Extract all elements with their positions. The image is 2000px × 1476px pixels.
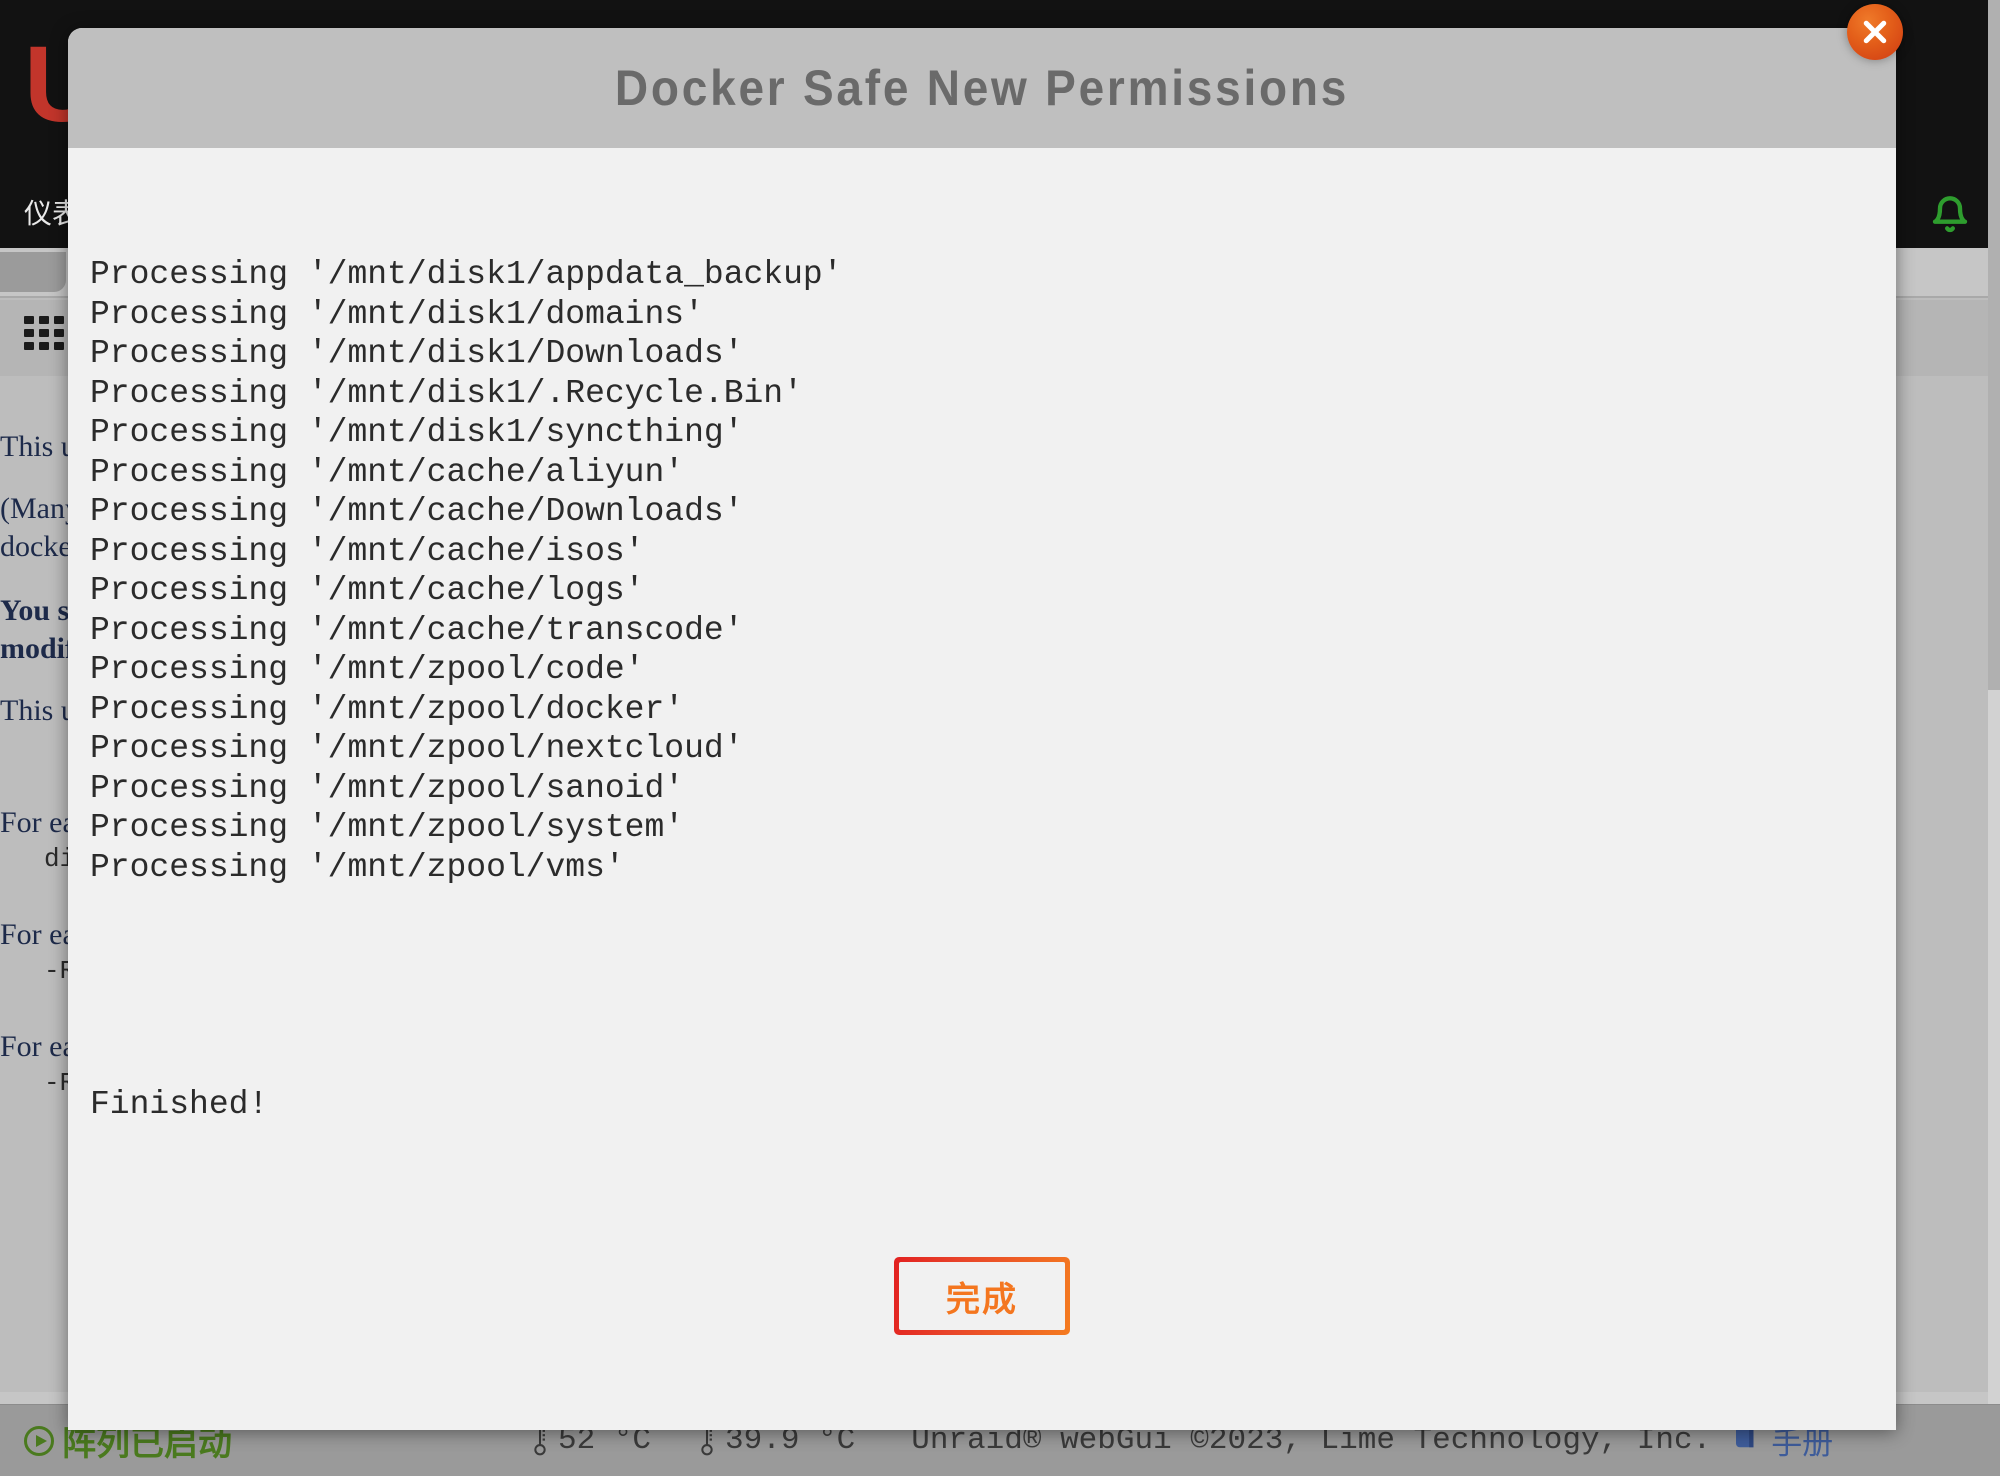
dialog-body: Processing '/mnt/disk1/appdata_backup' Pr…	[68, 148, 1896, 1430]
dialog-actions: 完成	[68, 1257, 1896, 1335]
log-line: Processing '/mnt/zpool/vms'	[90, 848, 625, 886]
done-button[interactable]: 完成	[894, 1257, 1070, 1335]
log-line: Processing '/mnt/cache/logs'	[90, 572, 645, 609]
bell-icon[interactable]	[1930, 193, 1970, 237]
log-line: Processing '/mnt/disk1/.Recycle.Bin'	[90, 374, 803, 412]
log-line: Processing '/mnt/zpool/system'	[90, 809, 685, 846]
log-line: Processing '/mnt/disk1/appdata_backup'	[90, 256, 843, 293]
log-line: Processing '/mnt/disk1/Downloads'	[90, 335, 744, 372]
close-icon[interactable]	[1847, 4, 1903, 60]
permissions-log-output: Processing '/mnt/disk1/appdata_backup' Pr…	[68, 176, 1896, 1203]
log-line: Processing '/mnt/cache/aliyun'	[90, 453, 685, 491]
log-line: Processing '/mnt/zpool/docker'	[90, 690, 685, 728]
log-line: Processing '/mnt/cache/Downloads'	[90, 493, 744, 530]
log-line: Processing '/mnt/cache/isos'	[90, 532, 645, 570]
dialog-title: Docker Safe New Permissions	[614, 60, 1350, 116]
log-finished-line: Finished!	[90, 1085, 269, 1123]
log-line: Processing '/mnt/zpool/sanoid'	[90, 769, 685, 807]
dialog-titlebar: Docker Safe New Permissions	[68, 28, 1896, 148]
log-line: Processing '/mnt/zpool/code'	[90, 651, 645, 688]
tab-active-pill[interactable]	[0, 252, 66, 292]
log-line: Processing '/mnt/disk1/domains'	[90, 295, 704, 333]
docker-safe-new-permissions-dialog: Docker Safe New Permissions Processing '…	[68, 28, 1896, 1430]
play-circle-icon	[24, 1425, 54, 1456]
apps-grid-icon[interactable]	[24, 316, 64, 350]
done-button-label: 完成	[899, 1262, 1065, 1330]
page-scrollbar[interactable]	[1988, 0, 2000, 1404]
log-line: Processing '/mnt/disk1/syncthing'	[90, 414, 744, 451]
log-blank-line	[90, 966, 1896, 1006]
log-line: Processing '/mnt/cache/transcode'	[90, 611, 744, 649]
log-line: Processing '/mnt/zpool/nextcloud'	[90, 730, 744, 767]
page-scrollbar-thumb[interactable]	[1988, 0, 2000, 690]
